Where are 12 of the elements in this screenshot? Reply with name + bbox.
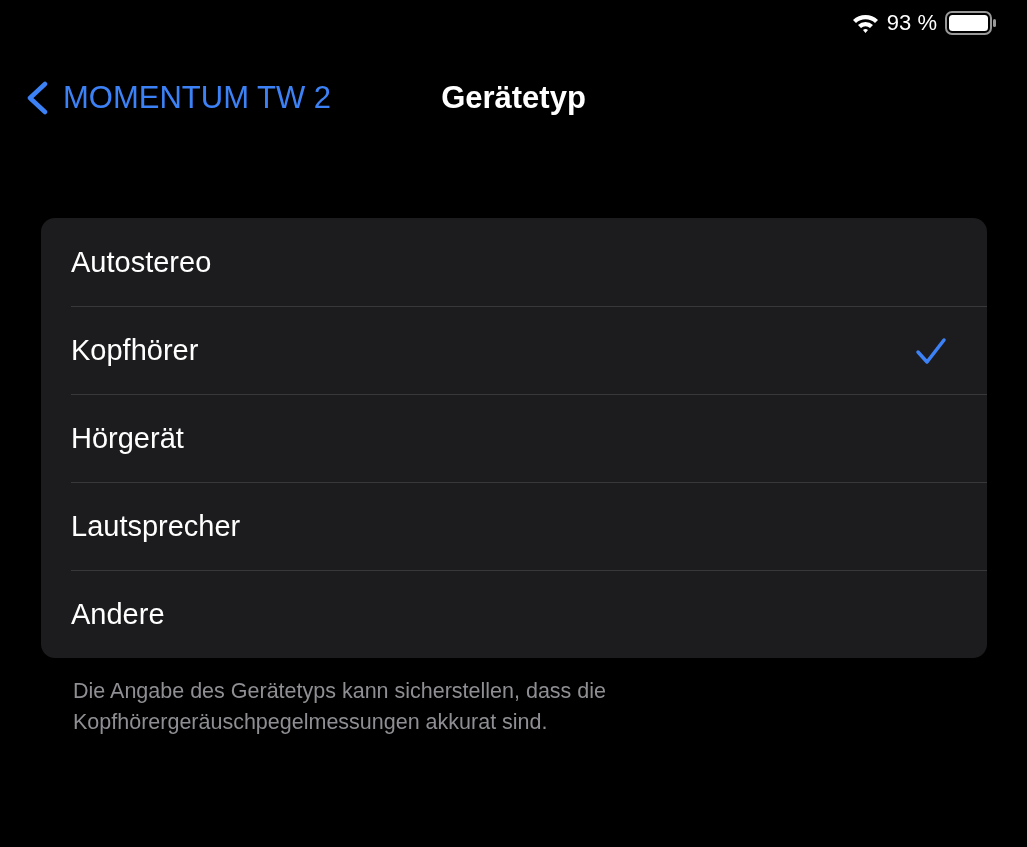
wifi-icon (851, 13, 879, 33)
screen-title: Gerätetyp (441, 80, 586, 116)
chevron-left-icon (25, 81, 49, 115)
option-row[interactable]: Hörgerät (71, 394, 987, 482)
option-row[interactable]: Autostereo (71, 218, 987, 306)
option-row[interactable]: Andere (71, 570, 987, 658)
battery-icon (945, 11, 996, 35)
footer-note: Die Angabe des Gerätetyps kann sicherstellen, dass die Kopfhörergeräuschpegelmessungen akkurat sind. (73, 678, 608, 736)
option-row[interactable]: Lautsprecher (71, 482, 987, 570)
battery-percentage: 93 % (886, 10, 937, 36)
option-row[interactable]: Kopfhörer (71, 306, 987, 394)
back-button[interactable]: MOMENTUM TW 2 (25, 80, 332, 116)
